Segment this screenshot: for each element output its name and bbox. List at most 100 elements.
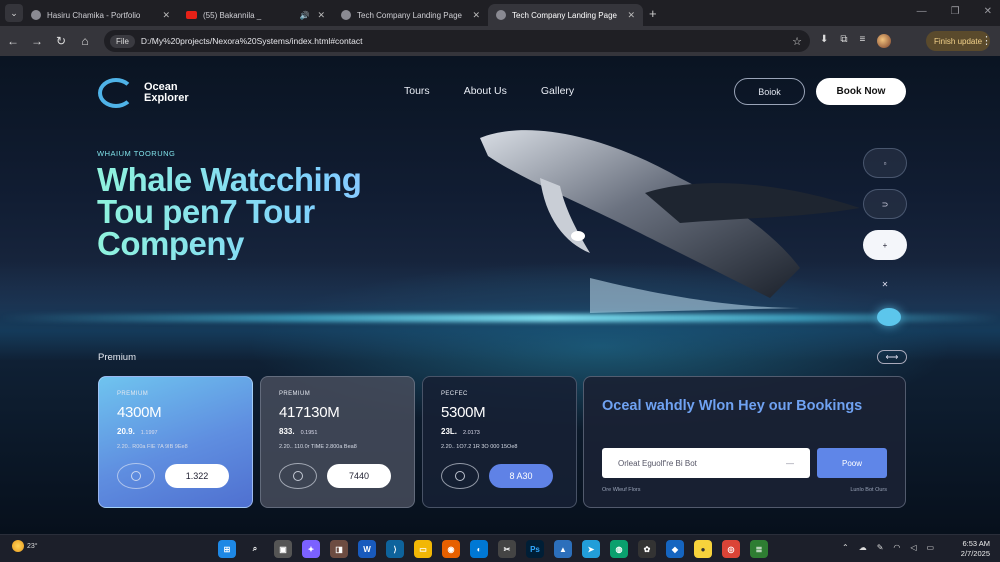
app-yellow-icon[interactable]: ● (694, 540, 712, 558)
nav-about-us[interactable]: About Us (464, 85, 507, 97)
slider-arrow-button[interactable]: ⟷ (877, 350, 907, 364)
side-control-3[interactable]: + (863, 230, 907, 260)
speaker-icon[interactable]: 🔊 (299, 11, 309, 20)
hero-title-line-3: Compeny (97, 225, 244, 262)
profile-avatar[interactable] (877, 34, 892, 48)
nav-tours[interactable]: Tours (404, 85, 430, 97)
notepad-icon[interactable]: ≣ (750, 540, 768, 558)
tour-card-2[interactable]: PREMIUM 417130M 833. 0.1951 2.20.. 110.0r… (260, 376, 415, 508)
photoshop-icon[interactable]: Ps (526, 540, 544, 558)
close-icon[interactable]: ✕ (162, 10, 170, 21)
snipping-tool-icon[interactable]: ✂ (498, 540, 516, 558)
side-control-1[interactable]: ▫ (863, 148, 907, 178)
tab-search-button[interactable]: ⌄ (5, 4, 23, 22)
windows-start-icon[interactable]: ⊞ (218, 540, 236, 558)
booking-panel: Oceal wahdly Wlon Hey our Bookings Orlea… (583, 376, 906, 508)
tour-card-1[interactable]: PREMIUM 4300M 20.9. 1.1997 2.20.. R00a FI… (98, 376, 253, 508)
telegram-icon[interactable]: ➤ (582, 540, 600, 558)
search-icon[interactable]: ⌕ (246, 540, 264, 558)
web-page: Ocean Explorer Tours About Us Gallery Bo… (0, 56, 1000, 534)
volume-icon[interactable]: ◁ (910, 543, 916, 552)
circle-icon (293, 471, 303, 481)
weather-widget[interactable]: 23° (12, 540, 38, 552)
plus-icon: + (882, 240, 888, 250)
tab-portfolio[interactable]: Hasiru Chamika - Portfolio ✕ (23, 4, 178, 26)
nav-gallery[interactable]: Gallery (541, 85, 574, 97)
tab-tech-company[interactable]: Tech Company Landing Page ✕ (333, 4, 488, 26)
hero-title-line-2: Tou pen7 Tour (97, 193, 315, 230)
card-pill-button[interactable]: 8 A30 (489, 464, 553, 488)
section-label: Premium (98, 352, 137, 363)
photos-icon[interactable]: ▲ (554, 540, 572, 558)
book-now-button[interactable]: Book Now (816, 78, 906, 105)
chevron-up-icon[interactable]: ⌃ (842, 543, 849, 552)
card-circle-button[interactable] (441, 463, 479, 489)
close-icon[interactable]: ✕ (317, 10, 325, 21)
side-control-dot[interactable] (877, 308, 901, 326)
taskbar-apps: ⊞ ⌕ ▣ ✦ ◨ W ⟩ ▭ ◉ ◐ ✂ Ps ▲ ➤ ◍ ✿ ◆ ● ◎ ≣ (218, 540, 768, 558)
clock[interactable]: 6:53 AM 2/7/2025 (961, 539, 990, 559)
site-logo[interactable]: Ocean Explorer (98, 78, 189, 108)
system-tray: ⌃ ☁ ✎ ◠ ◁ ▭ (842, 543, 934, 552)
app-green-icon[interactable]: ◍ (610, 540, 628, 558)
card-tag: PREMIUM (279, 391, 311, 397)
logo-line-2: Explorer (144, 92, 189, 104)
menu-kebab-icon[interactable]: ⋮ (981, 34, 992, 47)
new-tab-button[interactable]: + (649, 6, 657, 21)
edge-icon[interactable]: ◐ (470, 540, 488, 558)
tab-tech-company-active[interactable]: Tech Company Landing Page ✕ (488, 4, 643, 26)
square-icon: ▫ (883, 158, 887, 168)
download-icon[interactable]: ⬇ (820, 34, 828, 48)
outline-button[interactable]: Boiok (734, 78, 805, 105)
forward-arrow-icon[interactable]: → (26, 34, 48, 48)
globe-icon (496, 10, 506, 20)
reading-list-icon[interactable]: ≡ (860, 34, 866, 48)
close-icon[interactable]: ✕ (627, 10, 635, 21)
firefox-icon[interactable]: ◉ (442, 540, 460, 558)
minimize-icon[interactable]: — (917, 6, 927, 17)
bookmark-star-icon[interactable]: ☆ (792, 35, 802, 48)
battery-icon[interactable]: ▭ (927, 543, 935, 552)
chatgpt-icon[interactable]: ✿ (638, 540, 656, 558)
tab-youtube[interactable]: (55) Bakannila _ 🔊 ✕ (178, 4, 333, 26)
main-nav: Tours About Us Gallery (404, 85, 574, 97)
pen-icon[interactable]: ✎ (877, 543, 884, 552)
card-meta: 2.20.. 110.0r TIME 2.800a Bea8 (279, 444, 357, 450)
card-pill-button[interactable]: 1.322 (165, 464, 229, 488)
home-icon[interactable]: ⌂ (74, 34, 96, 48)
reload-icon[interactable]: ↻ (50, 34, 72, 48)
back-arrow-icon[interactable]: ← (2, 34, 24, 48)
app-blue-icon[interactable]: ◆ (666, 540, 684, 558)
booking-input[interactable]: Orleat Eguolf're Bi Bot — (602, 448, 810, 478)
task-view-icon[interactable]: ▣ (274, 540, 292, 558)
maximize-icon[interactable]: ❐ (951, 6, 960, 17)
globe-icon (341, 10, 351, 20)
address-bar[interactable]: File D:/My%20projects/Nexora%20Systems/i… (104, 30, 810, 52)
vscode-icon[interactable]: ⟩ (386, 540, 404, 558)
card-circle-button[interactable] (279, 463, 317, 489)
tab-title: Tech Company Landing Page (512, 10, 617, 20)
hero-title: Whale Watcching Tou pen7 Tour Compeny (97, 164, 477, 260)
booking-foot-left: Ore Wleuf Flors (602, 487, 641, 493)
extensions-icon[interactable]: ⧉ (840, 34, 847, 48)
hero-title-line-1: Whale Watcching (97, 161, 362, 198)
close-icon[interactable]: ✕ (472, 10, 480, 21)
card-circle-button[interactable] (117, 463, 155, 489)
card-sub: 20.9. 1.1997 (117, 427, 158, 436)
close-window-icon[interactable]: ✕ (984, 6, 992, 17)
copilot-icon[interactable]: ✦ (302, 540, 320, 558)
photo-app-icon[interactable]: ◨ (330, 540, 348, 558)
wifi-icon[interactable]: ◠ (893, 543, 900, 552)
side-control-2[interactable]: ⊃ (863, 189, 907, 219)
file-explorer-icon[interactable]: ▭ (414, 540, 432, 558)
side-control-4[interactable]: ✕ (863, 269, 907, 299)
card-price: 5300M (441, 404, 486, 421)
word-icon[interactable]: W (358, 540, 376, 558)
url-text[interactable]: D:/My%20projects/Nexora%20Systems/index.… (141, 36, 363, 46)
chrome-icon[interactable]: ◎ (722, 540, 740, 558)
booking-submit-button[interactable]: Poow (817, 448, 887, 478)
cloud-icon[interactable]: ☁ (859, 543, 867, 552)
site-info-chip[interactable]: File (110, 34, 135, 48)
tour-card-3[interactable]: PECFEC 5300M 23L. 2.0173 2.20.. 1O7.2 1R … (422, 376, 577, 508)
card-pill-button[interactable]: 7440 (327, 464, 391, 488)
